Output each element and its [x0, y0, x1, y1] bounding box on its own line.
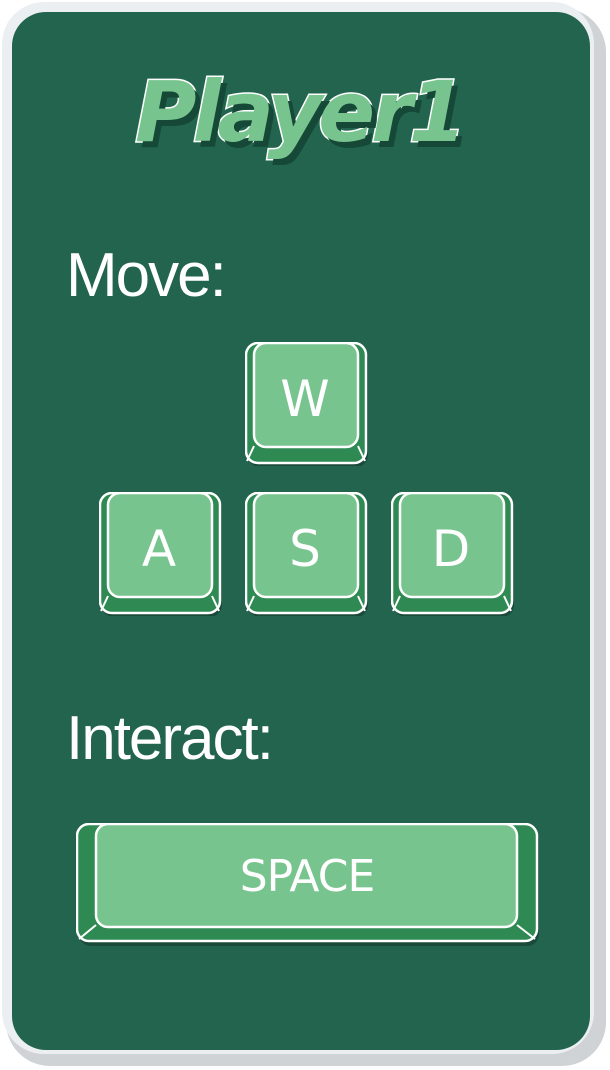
key-a-label: A	[141, 520, 177, 578]
key-space[interactable]: SPACE	[76, 823, 539, 946]
key-s[interactable]: S	[245, 492, 368, 616]
key-d-label: D	[431, 520, 471, 578]
interact-label: Interact:	[66, 704, 274, 773]
player-title: Player1	[133, 63, 468, 161]
key-w-label: W	[280, 370, 330, 428]
key-a[interactable]: A	[99, 492, 222, 616]
key-s-label: S	[289, 520, 321, 578]
move-label: Move:	[66, 241, 227, 310]
key-w[interactable]: W	[245, 342, 368, 466]
key-space-label: SPACE	[239, 851, 376, 902]
key-d[interactable]: D	[391, 492, 514, 616]
